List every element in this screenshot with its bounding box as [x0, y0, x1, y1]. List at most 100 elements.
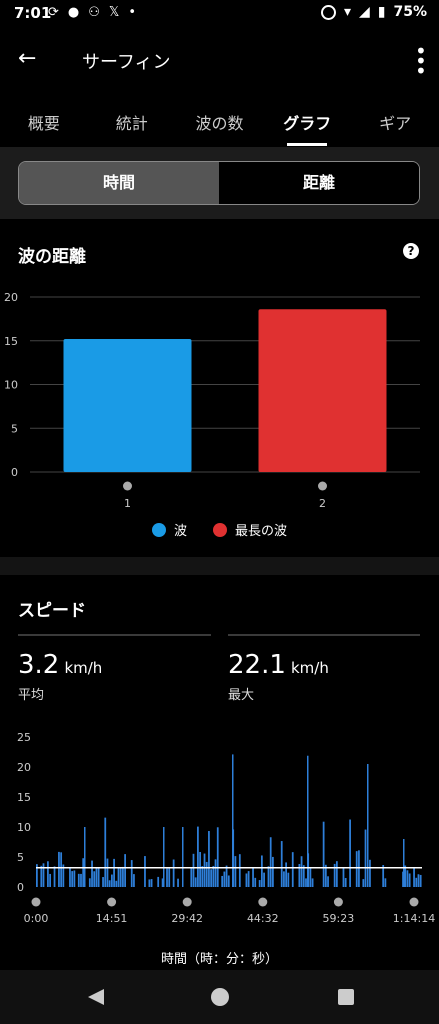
speed-bar	[210, 869, 213, 887]
speed-bar	[263, 872, 265, 887]
speed-spike	[403, 839, 405, 887]
speed-bar	[227, 875, 230, 887]
speed-bar	[47, 861, 49, 887]
signal-icon: ◢	[358, 4, 370, 20]
speed-bar	[344, 878, 347, 887]
legend-longest-label: 最長の波	[235, 524, 288, 539]
speed-bar	[322, 821, 325, 887]
sync-icon: ⟳	[48, 5, 59, 20]
speed-bar	[245, 873, 248, 887]
speed-bar	[124, 854, 126, 887]
time-distance-toggle: 時間 距離	[18, 161, 420, 205]
speed-xlabel: 時間（時：分：秒）	[160, 952, 278, 967]
speed-bar	[355, 851, 358, 887]
wave-bar	[63, 339, 192, 472]
speed-bar	[60, 852, 63, 887]
legend-wave-swatch	[152, 522, 166, 537]
notification-icons: ⟳ ● ⚇ 𝕏 •	[48, 5, 136, 20]
speed-xtick-dot	[333, 897, 343, 907]
system-nav-bar	[0, 970, 439, 1024]
speed-bar	[199, 851, 201, 887]
segment-distance[interactable]: 距離	[219, 162, 419, 204]
wave-ytick-label: 5	[11, 422, 18, 435]
speed-bar	[192, 853, 195, 887]
max-speed-stat: 22.1 km/h	[228, 650, 329, 680]
speed-bar	[168, 867, 171, 887]
wave-distance-chart: 0 5 10 15 20 1 2	[4, 291, 420, 510]
wave-ytick-label: 0	[11, 466, 18, 479]
tab-stats[interactable]: 統計	[88, 100, 176, 146]
legend-longest-swatch	[213, 522, 228, 537]
speed-bar	[102, 877, 104, 887]
speed-bar	[309, 867, 312, 887]
wave-bar	[258, 309, 387, 472]
speed-bar	[49, 873, 51, 887]
speed-bar	[214, 859, 217, 887]
speed-bar	[194, 877, 197, 887]
max-speed-value: 22.1	[228, 650, 286, 680]
speed-bar	[269, 837, 272, 887]
max-divider	[228, 634, 420, 636]
speed-bar	[408, 873, 411, 887]
tab-wave-count[interactable]: 波の数	[176, 100, 264, 146]
speed-ytick-label: 5	[17, 851, 24, 864]
speed-bar	[252, 867, 254, 887]
speed-bar	[88, 878, 91, 887]
speed-bar	[285, 862, 288, 887]
speed-bar	[369, 859, 371, 887]
speed-bar	[406, 870, 409, 887]
speed-bar	[223, 871, 226, 887]
status-bar: 7:01 ⟳ ● ⚇ 𝕏 • ▾ ◢ ▮ 75%	[0, 0, 439, 28]
speed-bar	[172, 859, 175, 887]
tab-overview[interactable]: 概要	[0, 100, 88, 146]
speed-bar	[148, 879, 151, 887]
nav-recents-icon[interactable]	[337, 988, 355, 1006]
speed-bar	[150, 879, 153, 887]
wave-xtick-dot	[318, 481, 327, 491]
speed-bar	[267, 866, 270, 887]
speed-xtick-label: 14:51	[96, 912, 128, 925]
more-options-icon[interactable]: • • •	[415, 41, 427, 81]
speed-bar	[40, 865, 43, 887]
speed-bar	[166, 868, 168, 887]
speed-bar	[58, 851, 60, 887]
speed-bar	[291, 852, 294, 887]
speed-bar	[287, 872, 290, 887]
system-icons: ▾ ◢ ▮ 75%	[320, 4, 427, 20]
speed-bar	[305, 878, 307, 887]
help-icon[interactable]: ?	[403, 243, 419, 259]
speed-xtick-dot	[107, 897, 117, 907]
avg-speed-stat: 3.2 km/h	[18, 650, 102, 680]
speed-bar	[216, 827, 219, 887]
tab-graph[interactable]: グラフ	[263, 100, 351, 146]
speed-xtick-dot	[31, 897, 41, 907]
speed-bar	[212, 865, 215, 887]
nav-back-icon[interactable]	[86, 987, 106, 1007]
speed-ytick-label: 25	[17, 731, 31, 744]
wave-xtick-label: 2	[319, 497, 326, 510]
speed-bar	[349, 819, 351, 887]
wave-ytick-label: 10	[4, 379, 18, 392]
speed-xtick-dot	[182, 897, 192, 907]
speed-bar	[177, 878, 179, 887]
back-arrow-icon[interactable]: ←	[18, 46, 36, 71]
speed-chart: 0 5 10 15 20 25 0:00 14:51 29:42 44:32 59:23 1:14:1…	[17, 731, 435, 925]
speed-bar	[234, 856, 237, 887]
speed-bar	[254, 877, 257, 887]
speed-bar	[104, 817, 107, 887]
speed-bar	[113, 858, 115, 887]
speed-bar	[272, 856, 274, 887]
speed-bar	[415, 877, 418, 887]
speed-bar	[404, 865, 407, 887]
speed-bar	[157, 876, 160, 887]
speed-bar	[80, 873, 82, 887]
speed-xtick-label: 1:14:14	[393, 912, 435, 925]
segment-time[interactable]: 時間	[19, 162, 219, 204]
speed-bar	[93, 871, 96, 887]
more-notifications-icon: •	[128, 5, 137, 20]
speed-spike	[163, 827, 165, 887]
speed-bar	[197, 826, 199, 887]
nav-home-icon[interactable]	[210, 987, 230, 1007]
wave-xtick-label: 1	[124, 497, 131, 510]
tab-gear[interactable]: ギア	[351, 100, 439, 146]
